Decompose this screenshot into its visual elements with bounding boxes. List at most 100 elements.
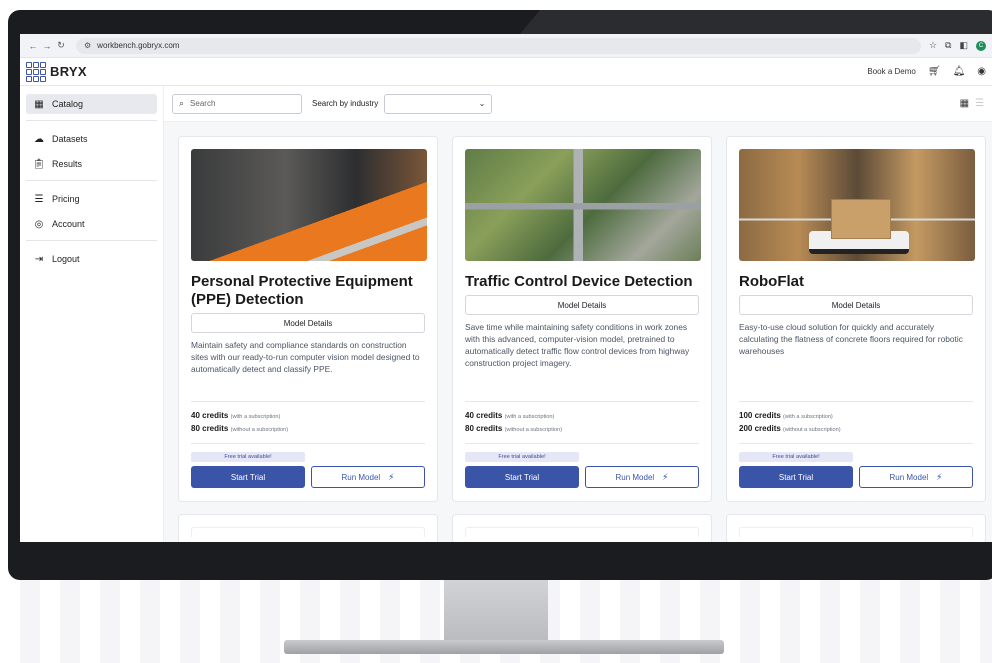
bryx-logo-icon (26, 61, 46, 82)
price-without-subscription: 80 credits (without a subscription) (191, 423, 425, 436)
card-title: Traffic Control Device Detection (465, 273, 693, 290)
browser-actions: ☆ ⧉ ◧ C (929, 40, 986, 51)
cloud-upload-icon: ☁ (34, 133, 44, 145)
card-description: Maintain safety and compliance standards… (191, 340, 420, 374)
card-pricing: 40 credits (with a subscription) 80 cred… (191, 401, 425, 436)
model-details-button[interactable]: Model Details (465, 295, 699, 315)
model-card (726, 514, 986, 542)
sidebar-item-datasets[interactable]: ☁ Datasets (26, 129, 157, 149)
industry-select[interactable]: ⌄ (384, 93, 493, 114)
run-model-button[interactable]: Run Model ⚡︎ (311, 466, 425, 488)
ppe-image (191, 149, 427, 261)
address-bar[interactable]: ⚙ workbench.gobryx.com (76, 37, 921, 54)
bookmark-star-icon[interactable]: ☆ (929, 40, 937, 51)
start-trial-button[interactable]: Start Trial (191, 466, 305, 488)
model-card (178, 514, 438, 542)
cart-icon[interactable]: 🛒︎ (928, 66, 941, 77)
lightning-icon: ⚡︎ (936, 471, 943, 482)
card-pricing: 100 credits (with a subscription) 200 cr… (739, 401, 973, 436)
header-actions: Book a Demo 🛒︎ 🔔︎ ◉ (867, 66, 986, 77)
site-settings-icon[interactable]: ⚙ (84, 41, 91, 50)
model-card (452, 514, 712, 542)
sidebar-item-catalog[interactable]: ▦ Catalog (26, 94, 157, 114)
card-pricing: 40 credits (with a subscription) 80 cred… (465, 401, 699, 436)
sidebar-item-results[interactable]: 📋︎ Results (26, 154, 157, 174)
free-trial-badge: Free trial available! (739, 452, 853, 462)
model-details-button[interactable]: Model Details (739, 295, 973, 315)
run-model-button[interactable]: Run Model ⚡︎ (585, 466, 699, 488)
sidebar-item-label: Catalog (52, 99, 84, 109)
card-title: Personal Protective Equipment (PPE) Dete… (191, 273, 413, 308)
grid-view-icon[interactable]: ▦ (960, 98, 969, 109)
catalog-main: ⌕ Search Search by industry ⌄ ▦ ☰ Person… (164, 86, 992, 542)
sidebar-item-label: Results (52, 159, 83, 169)
storefront-icon: ▦ (34, 98, 44, 110)
profile-avatar-icon[interactable]: C (976, 40, 986, 51)
model-card: RoboFlat Model Details Easy-to-use cloud… (726, 136, 986, 502)
start-trial-button[interactable]: Start Trial (465, 466, 579, 488)
sidebar-item-label: Pricing (52, 194, 80, 204)
user-circle-icon: ◎ (34, 218, 44, 230)
lightning-icon: ⚡︎ (388, 471, 395, 482)
card-actions: Free trial available! Start Trial Run Mo… (465, 443, 699, 488)
model-details-button[interactable]: Model Details (191, 313, 425, 333)
stack-icon: ☰ (34, 193, 44, 205)
url-text: workbench.gobryx.com (97, 41, 180, 50)
card-image-placeholder (191, 527, 425, 537)
traffic-image (465, 149, 701, 261)
price-value: 100 credits (739, 411, 781, 420)
card-actions: Free trial available! Start Trial Run Mo… (191, 443, 425, 488)
sidebar-item-label: Account (52, 219, 85, 229)
price-note: (with a subscription) (230, 414, 281, 420)
free-trial-badge: Free trial available! (191, 452, 305, 462)
roboflat-image (739, 149, 975, 261)
price-note: (without a subscription) (504, 427, 563, 433)
price-with-subscription: 100 credits (with a subscription) (739, 410, 973, 423)
run-model-label: Run Model (615, 472, 655, 482)
card-button-row: Start Trial Run Model ⚡︎ (465, 466, 699, 488)
catalog-toolbar: ⌕ Search Search by industry ⌄ ▦ ☰ (164, 86, 992, 122)
model-card: Traffic Control Device Detection Model D… (452, 136, 712, 502)
model-cards: Personal Protective Equipment (PPE) Dete… (164, 122, 992, 502)
sidebar-divider (26, 240, 157, 241)
logout-icon: ⇥ (34, 253, 44, 265)
card-image-placeholder (739, 527, 973, 537)
forward-icon[interactable]: → (40, 41, 54, 51)
sidebar: ▦ Catalog ☁ Datasets 📋︎ Results ☰ Pricin… (20, 86, 164, 542)
account-icon[interactable]: ◉ (977, 66, 986, 77)
card-button-row: Start Trial Run Model ⚡︎ (191, 466, 425, 488)
sidepanel-icon[interactable]: ◧ (959, 40, 968, 51)
card-title: RoboFlat (739, 273, 804, 290)
list-view-icon[interactable]: ☰ (975, 98, 984, 109)
monitor-shine (520, 10, 992, 34)
model-cards-row-2 (164, 502, 992, 542)
sidebar-item-pricing[interactable]: ☰ Pricing (26, 189, 157, 209)
model-card: Personal Protective Equipment (PPE) Dete… (178, 136, 438, 502)
browser-toolbar: ← → ↻ ⚙ workbench.gobryx.com ☆ ⧉ ◧ C (20, 34, 992, 58)
card-button-row: Start Trial Run Model ⚡︎ (739, 466, 973, 488)
run-model-label: Run Model (889, 472, 929, 482)
price-without-subscription: 80 credits (without a subscription) (465, 423, 699, 436)
sidebar-item-account[interactable]: ◎ Account (26, 214, 157, 234)
sidebar-divider (26, 180, 157, 181)
price-value: 40 credits (191, 411, 229, 420)
card-image-placeholder (465, 527, 699, 537)
sidebar-divider (26, 120, 157, 121)
search-input[interactable]: ⌕ Search (172, 93, 302, 114)
extensions-icon[interactable]: ⧉ (945, 40, 951, 51)
reload-icon[interactable]: ↻ (54, 40, 68, 51)
back-icon[interactable]: ← (26, 41, 40, 51)
chevron-down-icon: ⌄ (478, 99, 486, 108)
monitor-stand-neck (444, 578, 548, 648)
price-with-subscription: 40 credits (with a subscription) (465, 410, 699, 423)
sidebar-item-logout[interactable]: ⇥ Logout (26, 249, 157, 269)
price-value: 200 credits (739, 424, 781, 433)
book-demo-link[interactable]: Book a Demo (867, 67, 915, 76)
run-model-button[interactable]: Run Model ⚡︎ (859, 466, 973, 488)
sidebar-item-label: Logout (52, 254, 80, 264)
app-body: ▦ Catalog ☁ Datasets 📋︎ Results ☰ Pricin… (20, 86, 992, 542)
lightning-icon: ⚡︎ (662, 471, 669, 482)
price-without-subscription: 200 credits (without a subscription) (739, 423, 973, 436)
bell-icon[interactable]: 🔔︎ (953, 66, 966, 77)
start-trial-button[interactable]: Start Trial (739, 466, 853, 488)
